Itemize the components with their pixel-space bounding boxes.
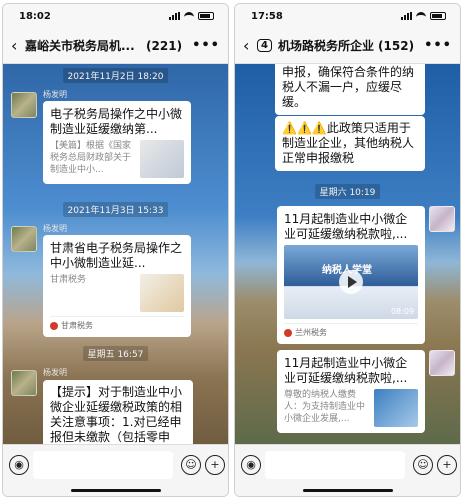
plus-icon[interactable]: + (205, 455, 225, 475)
sender-name: 杨发明 (43, 224, 67, 233)
voice-icon[interactable]: ◉ (241, 455, 261, 475)
card-title: 11月起制造业中小微企业可延缓缴纳税款啦,... (284, 356, 408, 385)
avatar[interactable] (429, 350, 455, 376)
back-icon[interactable]: ‹ (11, 36, 25, 55)
battery-icon (430, 12, 446, 20)
card-desc: 【美篇】根据《国家税务总局财政部关于制造业中小... (50, 141, 132, 175)
voice-icon[interactable]: ◉ (9, 455, 29, 475)
home-indicator (302, 489, 393, 492)
back-icon[interactable]: ‹ (243, 36, 257, 55)
link-card[interactable]: 11月起制造业中小微企业可延缓缴纳税款啦,... 尊敬的纳税人缴费人：为支持制造… (277, 350, 425, 433)
avatar[interactable] (11, 370, 37, 396)
card-title: 甘肃省电子税务局操作之中小微制造业延... (50, 241, 183, 270)
emoji-icon[interactable]: ☺ (181, 455, 201, 475)
video-duration: 08:09 (390, 307, 414, 316)
input-bar: ◉ ☺ + (235, 444, 460, 496)
status-time: 17:58 (251, 11, 283, 22)
status-bar: 18:02 (3, 4, 228, 28)
signal-icon (169, 12, 180, 20)
video-card[interactable]: 11月起制造业中小微企业可延缓缴纳税款啦,... 纳税人学堂 08:09 兰州税… (277, 206, 425, 344)
input-bar: ◉ ☺ + (3, 444, 228, 496)
wifi-icon (184, 12, 194, 20)
status-bar: 17:58 (235, 4, 460, 28)
avatar[interactable] (11, 226, 37, 252)
sender-name: 杨发明 (43, 90, 67, 99)
message-input[interactable] (265, 451, 405, 479)
emoji-icon[interactable]: ☺ (413, 455, 433, 475)
card-thumbnail (140, 140, 184, 178)
chat-title: 机场路税务所企业... (277, 39, 374, 53)
chat-window-left: 18:02 ‹ 嘉峪关市税务局机... (221) ••• 2021年11月2日… (2, 3, 229, 497)
card-desc: 甘肃税务 (50, 275, 87, 285)
home-indicator (70, 489, 161, 492)
link-card[interactable]: 甘肃省电子税务局操作之中小微制造业延... 甘肃税务 甘肃税务 (43, 235, 191, 337)
source-logo-icon (50, 321, 58, 330)
link-card[interactable]: 电子税务局操作之中小微制造业延缓缴纳第... 【美篇】根据《国家税务总局财政部关… (43, 101, 191, 184)
unread-badge: 4 (257, 39, 272, 52)
wifi-icon (416, 12, 426, 20)
source-logo-icon (284, 328, 292, 337)
card-title: 11月起制造业中小微企业可延缓缴纳税款啦,... (284, 212, 408, 241)
avatar[interactable] (429, 206, 455, 232)
more-icon[interactable]: ••• (192, 38, 220, 53)
video-thumbnail: 纳税人学堂 08:09 (284, 245, 418, 319)
message-list[interactable]: 2021年11月2日 18:20 杨发明 电子税务局操作之中小微制造业延缓缴纳第… (3, 64, 228, 446)
signal-icon (401, 12, 412, 20)
timestamp: 星期五 16:57 (82, 346, 149, 361)
avatar[interactable] (11, 92, 37, 118)
battery-icon (198, 12, 214, 20)
chat-header: ‹ 嘉峪关市税务局机... (221) ••• (3, 28, 228, 64)
chat-window-right: 17:58 ‹ 4 机场路税务所企业... (152) ••• 申报，确保符合条… (234, 3, 461, 497)
timestamp: 2021年11月2日 18:20 (62, 68, 169, 83)
timestamp: 星期六 10:19 (314, 184, 381, 199)
member-count: (152) (378, 38, 415, 53)
message-input[interactable] (33, 451, 173, 479)
card-desc: 尊敬的纳税人缴费人：为支持制造业中小微企业发展,... (284, 390, 366, 424)
member-count: (221) (146, 38, 183, 53)
status-time: 18:02 (19, 11, 51, 22)
text-message[interactable]: ⚠️⚠️⚠️此政策只适用于制造业企业，其他纳税人正常申报缴税 (275, 116, 425, 171)
card-thumbnail (374, 389, 418, 427)
card-source: 兰州税务 (295, 328, 327, 337)
chat-header: ‹ 4 机场路税务所企业... (152) ••• (235, 28, 460, 64)
plus-icon[interactable]: + (437, 455, 457, 475)
text-message[interactable]: 申报，确保符合条件的纳税人不漏一户，应缓尽缓。 (275, 64, 425, 115)
message-list[interactable]: 申报，确保符合条件的纳税人不漏一户，应缓尽缓。 ⚠️⚠️⚠️此政策只适用于制造业… (235, 64, 460, 446)
card-title: 电子税务局操作之中小微制造业延缓缴纳第... (50, 107, 183, 136)
text-message[interactable]: 【提示】对于制造业中小微企业延缓缴税政策的相关注意事项：1.对已经申报但未缴款（… (43, 380, 193, 446)
more-icon[interactable]: ••• (424, 38, 452, 53)
card-thumbnail (140, 274, 184, 312)
chat-title: 嘉峪关市税务局机... (25, 39, 135, 53)
sender-name: 杨发明 (43, 368, 67, 377)
play-icon[interactable] (339, 270, 363, 294)
timestamp: 2021年11月3日 15:33 (62, 202, 169, 217)
card-source: 甘肃税务 (61, 321, 93, 330)
